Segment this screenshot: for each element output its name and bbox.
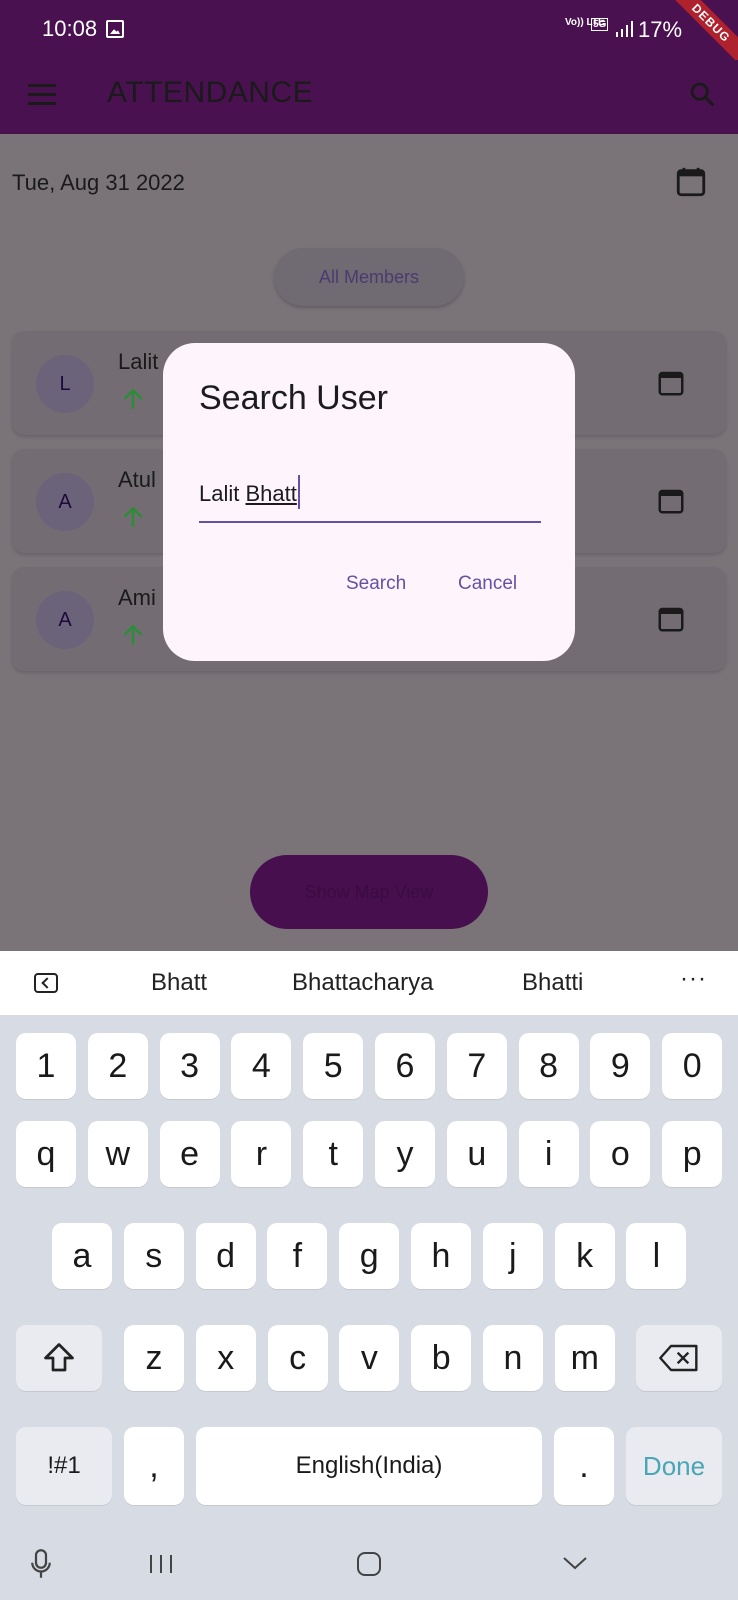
key-8[interactable]: 8: [518, 1033, 579, 1099]
battery-percent: 17%: [638, 17, 683, 42]
comma-key[interactable]: ,: [124, 1427, 184, 1505]
key-2[interactable]: 2: [87, 1033, 148, 1099]
cancel-button[interactable]: Cancel: [458, 573, 517, 595]
key-7[interactable]: 7: [446, 1033, 507, 1099]
soft-keyboard: Bhatt Bhattacharya Bhatti ··· 1234567890…: [0, 951, 738, 1600]
menu-icon[interactable]: [28, 84, 56, 106]
input-text: Lalit: [199, 481, 246, 506]
key-d[interactable]: d: [195, 1223, 256, 1289]
shift-icon[interactable]: [16, 1325, 102, 1391]
key-q[interactable]: q: [16, 1121, 76, 1187]
key-4[interactable]: 4: [231, 1033, 292, 1099]
member-name: Ami: [118, 585, 156, 610]
key-c[interactable]: c: [267, 1325, 328, 1391]
dialog-title: Search User: [199, 379, 388, 417]
key-o[interactable]: o: [590, 1121, 651, 1187]
key-a[interactable]: a: [52, 1223, 112, 1289]
all-members-button[interactable]: All Members: [274, 248, 464, 306]
member-name: Lalit: [118, 349, 159, 374]
page-title: ATTENDANCE: [107, 76, 314, 109]
microphone-icon[interactable]: [30, 1549, 52, 1579]
key-v[interactable]: v: [339, 1325, 400, 1391]
search-user-input[interactable]: Lalit Bhatt: [199, 465, 541, 523]
search-button[interactable]: Search: [346, 573, 406, 595]
recent-apps-icon[interactable]: [148, 1553, 174, 1575]
member-name: Atul: [118, 467, 156, 492]
key-f[interactable]: f: [267, 1223, 328, 1289]
collapse-toolbar-icon[interactable]: [34, 973, 58, 993]
done-key[interactable]: Done: [626, 1427, 722, 1505]
key-s[interactable]: s: [123, 1223, 184, 1289]
calendar-icon[interactable]: [656, 485, 686, 517]
key-t[interactable]: t: [303, 1121, 364, 1187]
calendar-icon[interactable]: [674, 164, 708, 200]
suggestion-bar: Bhatt Bhattacharya Bhatti ···: [0, 951, 738, 1015]
calendar-icon[interactable]: [656, 603, 686, 635]
key-h[interactable]: h: [411, 1223, 471, 1289]
period-key[interactable]: .: [554, 1427, 614, 1505]
key-3[interactable]: 3: [159, 1033, 220, 1099]
key-r[interactable]: r: [231, 1121, 292, 1187]
signal-icon: [616, 21, 633, 37]
key-y[interactable]: y: [375, 1121, 435, 1187]
key-w[interactable]: w: [87, 1121, 148, 1187]
calendar-icon[interactable]: [656, 367, 686, 399]
more-options-icon[interactable]: ···: [680, 965, 707, 993]
space-key[interactable]: English(India): [196, 1427, 542, 1505]
status-bar: 10:08 Vo)) LTE 5G 17% DEBUG: [0, 0, 738, 76]
key-n[interactable]: n: [483, 1325, 543, 1391]
navigation-bar: [0, 1525, 738, 1600]
key-i[interactable]: i: [518, 1121, 579, 1187]
key-m[interactable]: m: [554, 1325, 615, 1391]
home-icon[interactable]: [356, 1551, 382, 1577]
search-icon[interactable]: [688, 80, 716, 108]
avatar: L: [36, 355, 94, 413]
key-l[interactable]: l: [626, 1223, 687, 1289]
arrow-up-icon: [123, 506, 143, 527]
status-time: 10:08: [42, 16, 98, 41]
key-9[interactable]: 9: [590, 1033, 651, 1099]
key-u[interactable]: u: [446, 1121, 507, 1187]
key-e[interactable]: e: [159, 1121, 220, 1187]
avatar: A: [36, 591, 94, 649]
arrow-up-icon: [123, 624, 143, 645]
key-6[interactable]: 6: [375, 1033, 435, 1099]
suggestion-item[interactable]: Bhatt: [151, 969, 207, 997]
gallery-notification-icon: [106, 20, 124, 38]
search-user-dialog: Search User Lalit Bhatt Search Cancel: [163, 343, 575, 661]
key-5[interactable]: 5: [303, 1033, 364, 1099]
key-1[interactable]: 1: [16, 1033, 76, 1099]
show-map-view-button[interactable]: Show Map View: [250, 855, 488, 929]
selected-date: Tue, Aug 31 2022: [12, 170, 185, 195]
key-k[interactable]: k: [554, 1223, 615, 1289]
text-cursor: [297, 475, 300, 509]
key-g[interactable]: g: [339, 1223, 400, 1289]
symbols-key[interactable]: !#1: [16, 1427, 112, 1505]
key-b[interactable]: b: [411, 1325, 472, 1391]
key-j[interactable]: j: [482, 1223, 543, 1289]
avatar: A: [36, 473, 94, 531]
suggestion-item[interactable]: Bhatti: [522, 969, 583, 997]
input-composing-text: Bhatt: [245, 481, 297, 506]
5g-indicator: 5G: [591, 18, 609, 31]
key-x[interactable]: x: [195, 1325, 256, 1391]
key-z[interactable]: z: [124, 1325, 184, 1391]
hide-keyboard-icon[interactable]: [562, 1555, 588, 1571]
backspace-icon[interactable]: [636, 1325, 722, 1391]
key-0[interactable]: 0: [662, 1033, 723, 1099]
suggestion-item[interactable]: Bhattacharya: [292, 969, 433, 997]
arrow-up-icon: [123, 388, 143, 409]
key-p[interactable]: p: [662, 1121, 723, 1187]
app-bar: ATTENDANCE: [0, 60, 738, 134]
